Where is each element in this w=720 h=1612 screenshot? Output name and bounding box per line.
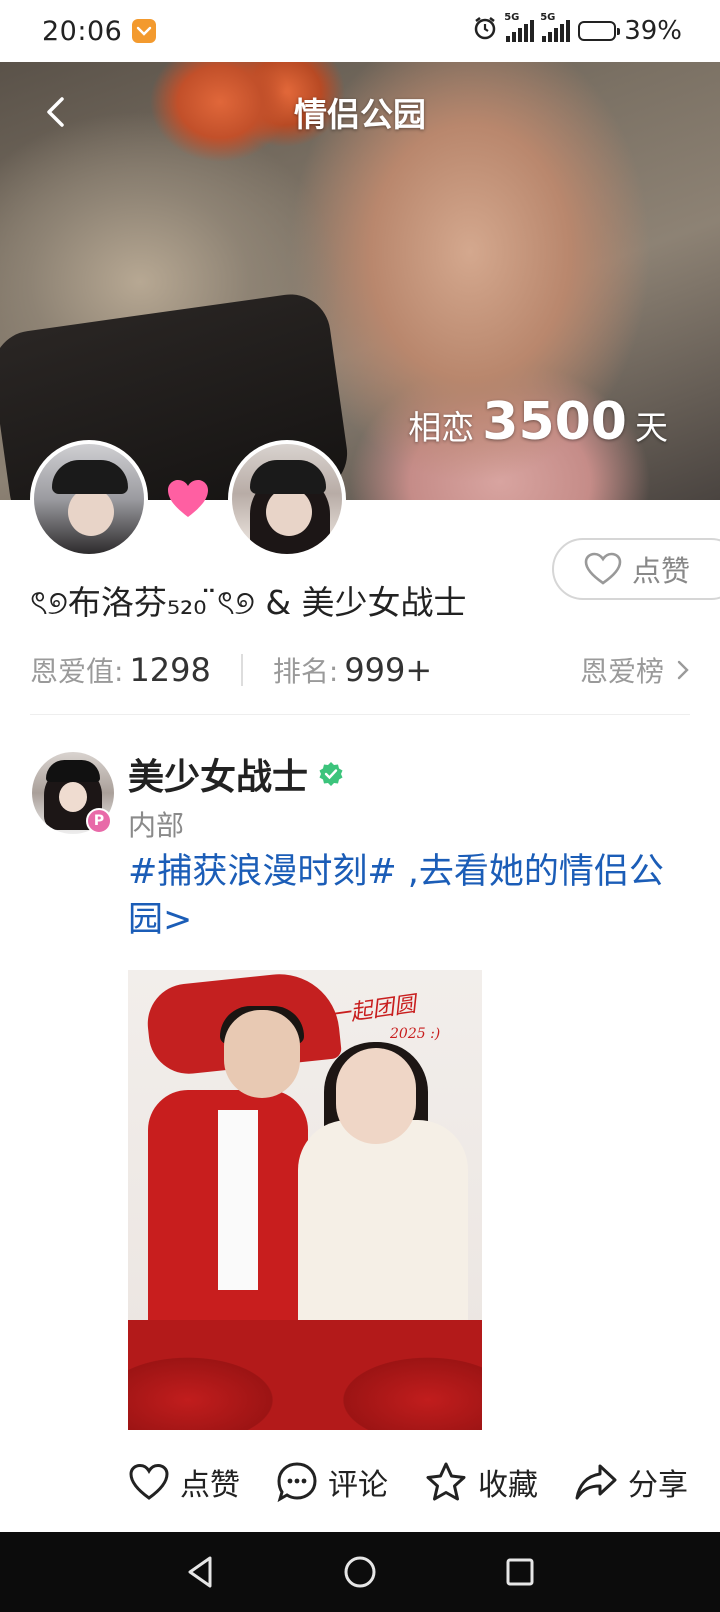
like-action[interactable]: 点赞	[128, 1460, 240, 1504]
post-actions: 点赞 评论 收藏 分享	[128, 1454, 688, 1510]
comment-icon	[277, 1462, 317, 1503]
post-author-name: 美少女战士	[128, 757, 309, 798]
star-outline-icon	[426, 1462, 466, 1501]
couple-avatars	[30, 440, 346, 558]
app-notification-icon	[132, 19, 157, 43]
recents-square-icon	[506, 1558, 534, 1586]
post-hashtag-link[interactable]: #捕获浪漫时刻# ,去看她的情侣公园>	[128, 848, 688, 944]
heart-outline-icon	[584, 552, 622, 585]
share-icon	[575, 1464, 617, 1500]
divider	[30, 714, 690, 715]
author-badge: P	[86, 808, 112, 834]
alarm-icon	[472, 15, 498, 48]
like-action-label: 点赞	[180, 1468, 240, 1503]
verified-icon	[319, 762, 343, 786]
days-together: 相恋 3500 天	[408, 392, 668, 452]
rank-label: 排名:	[272, 655, 339, 688]
love-value-label: 恩爱值:	[30, 655, 124, 688]
favorite-action-label: 收藏	[478, 1468, 538, 1503]
status-time: 20:06	[42, 15, 123, 47]
image-script-text: 一起团圆	[327, 991, 418, 1029]
love-value: 1298	[129, 651, 211, 689]
image-script-year: 2025 :)	[390, 1026, 441, 1042]
battery-icon	[578, 21, 621, 41]
nav-back-button[interactable]	[180, 1552, 220, 1592]
post-image[interactable]: 一起团圆 2025 :)	[128, 970, 482, 1430]
days-prefix: 相恋	[408, 408, 475, 447]
stats-row: 恩爱值: 1298 排名: 999+ 恩爱榜	[30, 650, 690, 690]
back-triangle-icon	[188, 1556, 212, 1588]
signal-5g-icon: 5G	[540, 12, 571, 42]
avatar-boy[interactable]	[30, 440, 148, 558]
love-board-label: 恩爱榜	[579, 655, 664, 688]
heart-icon	[160, 471, 216, 527]
chevron-right-icon	[677, 660, 689, 680]
share-action[interactable]: 分享	[574, 1460, 688, 1504]
nav-home-button[interactable]	[340, 1552, 380, 1592]
days-unit: 天	[635, 408, 668, 447]
stats-divider	[240, 654, 243, 686]
like-button-label: 点赞	[632, 554, 691, 588]
favorite-action[interactable]: 收藏	[424, 1460, 538, 1504]
post-author[interactable]: 美少女战士	[128, 748, 344, 800]
hero-cover-image: 情侣公园 相恋 3500 天	[0, 62, 720, 500]
nav-recents-button[interactable]	[500, 1552, 540, 1592]
system-nav-bar	[0, 1532, 720, 1612]
battery-percent: 39%	[624, 16, 682, 46]
heart-outline-icon	[129, 1463, 169, 1500]
page-title: 情侣公园	[294, 95, 426, 134]
post-subtitle: 内部	[128, 809, 185, 842]
comment-action[interactable]: 评论	[276, 1460, 388, 1504]
rank-value: 999+	[344, 651, 433, 689]
avatar-girl[interactable]	[228, 440, 346, 558]
couple-names: ৎ୭布洛芬₅₂₀ ̈ৎ୭ & 美少女战士	[30, 583, 467, 622]
status-bar: 20:06 5G 5G 39%	[0, 0, 720, 62]
comment-action-label: 评论	[328, 1468, 388, 1503]
share-action-label: 分享	[628, 1468, 688, 1503]
home-circle-icon	[344, 1556, 376, 1588]
love-board-link[interactable]: 恩爱榜	[580, 650, 690, 690]
like-button[interactable]: 点赞	[552, 538, 720, 600]
days-count: 3500	[482, 392, 627, 452]
signal-5g-icon: 5G	[504, 12, 535, 42]
